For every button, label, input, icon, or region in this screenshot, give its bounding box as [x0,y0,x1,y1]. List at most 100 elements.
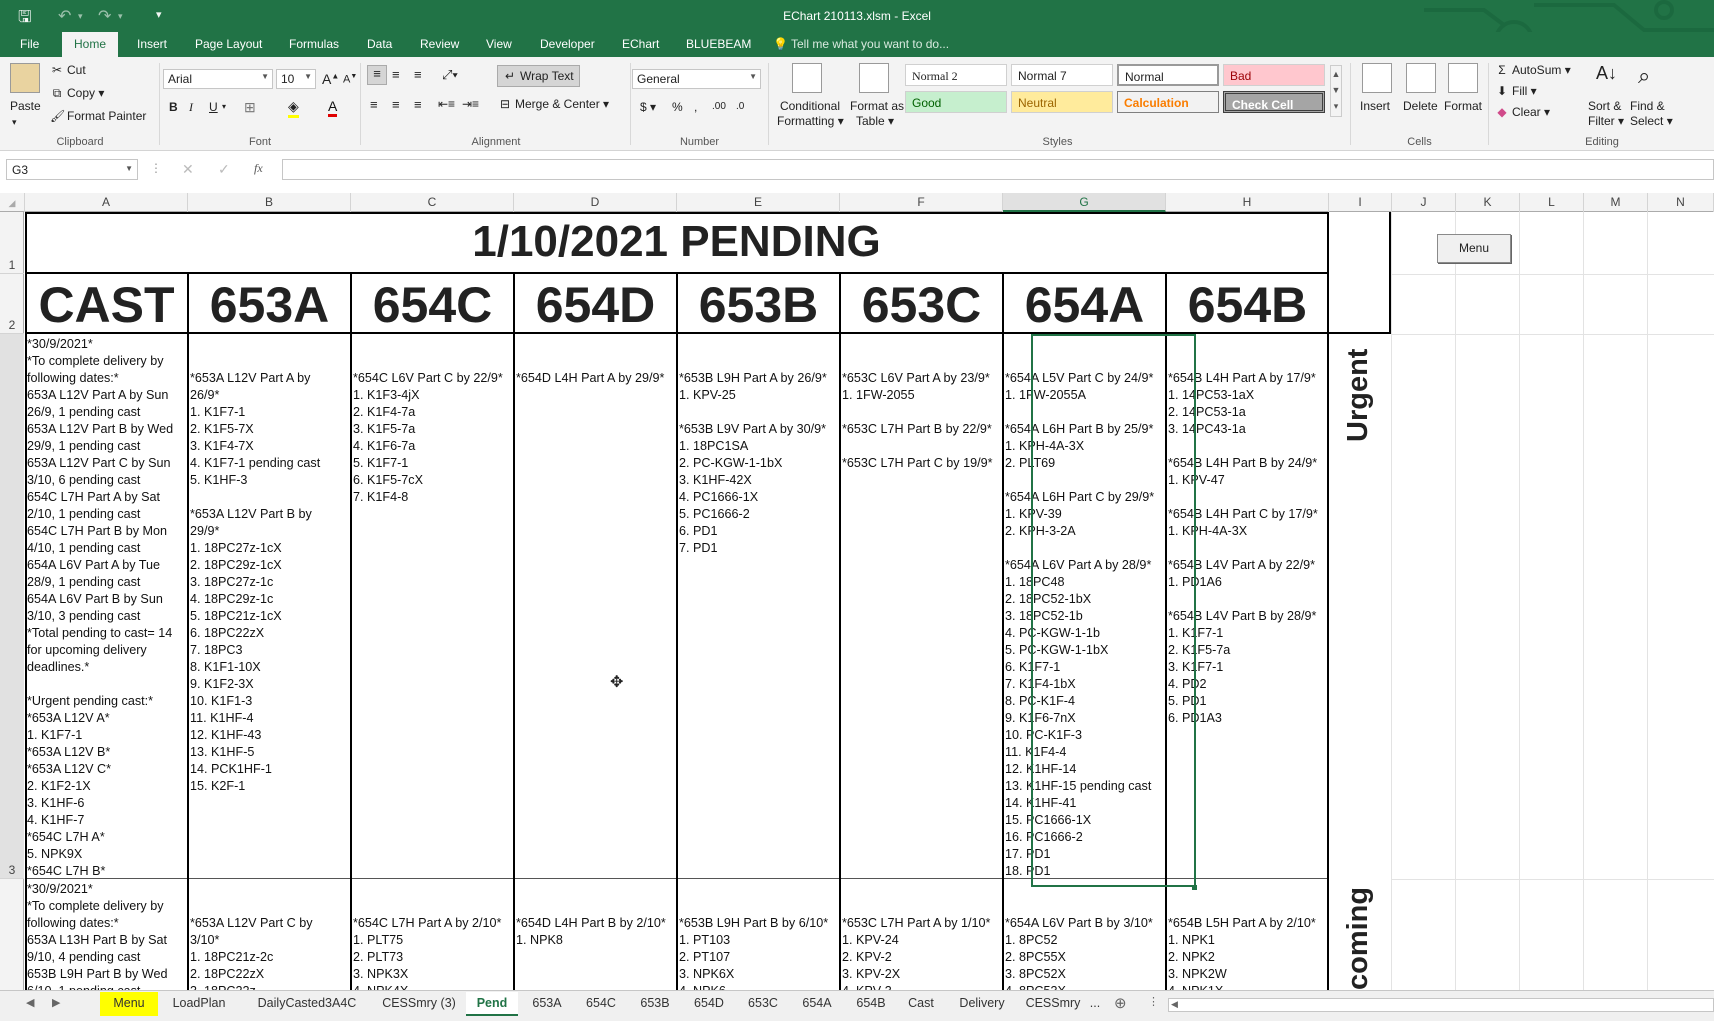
sheet-tab-654d[interactable]: 654D [684,992,734,1016]
column-header[interactable]: M [1584,193,1648,212]
tab-review[interactable]: Review [420,37,459,51]
column-header[interactable]: J [1392,193,1456,212]
align-center-icon[interactable]: ≡ [392,97,400,112]
increase-decimal-icon[interactable]: .00 [712,101,726,112]
upcoming-cell-654a[interactable]: *654A L6V Part B by 3/10* 1. 8PC52 2. 8P… [1003,879,1166,990]
sheet-tab-654c[interactable]: 654C [576,992,626,1016]
style-normal[interactable]: Normal [1117,64,1219,86]
find-select-button[interactable]: Find & Select ▾ [1630,99,1673,129]
decrease-decimal-icon[interactable]: .0 [736,101,744,112]
header-cast[interactable]: CAST [25,274,188,334]
format-as-table-icon[interactable] [859,63,889,93]
styles-scroll-icon[interactable]: ▲ ▼ ▾ [1330,65,1342,117]
tab-insert[interactable]: Insert [137,37,167,51]
sheet-tab-653b[interactable]: 653B [630,992,680,1016]
column-header[interactable]: H [1166,193,1329,212]
style-calculation[interactable]: Calculation [1117,91,1219,113]
pending-cell-654d[interactable]: *654D L4H Part A by 29/9* [514,334,677,879]
row-header[interactable]: 3 [0,334,24,879]
column-header[interactable]: K [1456,193,1520,212]
horizontal-scrollbar[interactable]: ◀ [1168,998,1714,1012]
format-as-table-button[interactable]: Format as Table ▾ [850,99,904,129]
orientation-icon[interactable]: ⤢▾ [442,67,458,83]
sheet-tab-653c[interactable]: 653C [738,992,788,1016]
style-neutral[interactable]: Neutral [1011,91,1113,113]
style-good[interactable]: Good [905,91,1007,113]
column-header[interactable]: C [351,193,514,212]
sheet-tab-delivery[interactable]: Delivery [946,992,1018,1016]
tab-home[interactable]: Home [62,32,119,57]
upcoming-cell-654b[interactable]: *654B L5H Part A by 2/10* 1. NPK1 2. NPK… [1166,879,1329,990]
upcoming-cell-654d[interactable]: *654D L4H Part B by 2/10* 1. NPK8 [514,879,677,990]
menu-button[interactable]: Menu [1437,234,1511,263]
sheet-title[interactable]: 1/10/2021 PENDING [25,212,1328,272]
column-header[interactable]: D [514,193,677,212]
enter-icon[interactable]: ✓ [218,161,230,178]
next-sheet-icon[interactable]: ▶ [52,996,60,1009]
borders-icon[interactable]: ⊞ [244,99,256,116]
format-cells-button[interactable]: Format [1444,99,1482,113]
tab-formulas[interactable]: Formulas [289,37,339,51]
magnifier-icon[interactable]: ⌕ [1638,63,1668,93]
sheet-tab-pend[interactable]: Pend [466,992,518,1016]
underline-button[interactable]: U [209,100,218,114]
copy-button[interactable]: ⧉ Copy ▾ [50,86,105,101]
font-color-icon[interactable]: A [328,98,338,117]
cast-summary-cell[interactable]: *30/9/2021* *To complete delivery by fol… [25,879,188,990]
middle-align-icon[interactable]: ≡ [392,67,400,82]
sort-filter-icon[interactable]: A↓ [1596,63,1626,93]
insert-cells-icon[interactable] [1362,63,1392,93]
font-name-combo[interactable]: Arial ▼ [163,69,273,89]
tab-file[interactable]: File [20,37,39,51]
conditional-formatting-icon[interactable] [792,63,822,93]
wrap-text-button[interactable]: ↵ Wrap Text [497,65,580,87]
tab-view[interactable]: View [486,37,512,51]
column-header[interactable]: I [1329,193,1392,212]
tab-splitter-icon[interactable]: ⋮ [1148,995,1159,1008]
delete-cells-button[interactable]: Delete [1403,99,1438,113]
sheet-tab-cast[interactable]: Cast [900,992,942,1016]
sheet-tab-cessmry-3[interactable]: CESSmry (3) [376,992,462,1016]
formula-input[interactable] [282,159,1714,180]
upcoming-cell-654c[interactable]: *654C L7H Part A by 2/10* 1. PLT75 2. PL… [351,879,514,990]
upcoming-cell-653b[interactable]: *653B L9H Part B by 6/10* 1. PT103 2. PT… [677,879,840,990]
paste-dropdown-icon[interactable]: ▾ [12,117,17,128]
merge-center-button[interactable]: ⊟ Merge & Center ▾ [498,97,609,111]
comma-icon[interactable]: , [694,100,697,114]
delete-cells-icon[interactable] [1406,63,1436,93]
add-sheet-icon[interactable]: ⊕ [1114,994,1127,1012]
style-bad[interactable]: Bad [1223,64,1325,86]
worksheet-grid[interactable]: 1/10/2021 PENDING CAST 653A 654C 654D 65… [25,212,1714,990]
percent-icon[interactable]: % [672,100,683,114]
pending-cell-653c[interactable]: *653C L6V Part A by 23/9* 1. 1FW-2055 *6… [840,334,1003,879]
upcoming-cell-653c[interactable]: *653C L7H Part A by 1/10* 1. KPV-24 2. K… [840,879,1003,990]
sheet-tab-dailycasted[interactable]: DailyCasted3A4C [243,992,371,1016]
top-align-icon[interactable]: ≡ [367,65,387,85]
column-header[interactable]: N [1648,193,1714,212]
tab-data[interactable]: Data [367,37,392,51]
pending-cell-654c[interactable]: *654C L6V Part C by 22/9* 1. K1F3-4jX 2.… [351,334,514,879]
column-header[interactable]: B [188,193,351,212]
format-cells-icon[interactable] [1448,63,1478,93]
header-654d[interactable]: 654D [514,274,677,334]
sheet-tab-loadplan[interactable]: LoadPlan [163,992,235,1016]
prev-sheet-icon[interactable]: ◀ [26,996,34,1009]
pending-cell-653a[interactable]: *653A L12V Part A by 26/9* 1. K1F7-1 2. … [188,334,351,879]
grow-font-icon[interactable]: A▲ [322,71,339,87]
select-all-corner[interactable]: ◢ [0,193,25,212]
number-format-combo[interactable]: General ▼ [632,69,761,89]
header-654b[interactable]: 654B [1166,274,1329,334]
style-check-cell[interactable]: Check Cell [1223,91,1325,113]
tab-echart[interactable]: EChart [622,37,659,51]
tab-bluebeam[interactable]: BLUEBEAM [686,37,751,51]
decrease-indent-icon[interactable]: ⇤≡ [438,97,455,111]
row-header[interactable]: 2 [0,274,24,334]
cut-button[interactable]: ✂ Cut [50,63,86,77]
sort-filter-button[interactable]: Sort & Filter ▾ [1588,99,1624,129]
sheet-tab-654b[interactable]: 654B [846,992,896,1016]
function-icon[interactable]: fx [254,161,263,176]
insert-cells-button[interactable]: Insert [1360,99,1390,113]
conditional-formatting-button[interactable]: Conditional Formatting ▾ [777,99,844,129]
column-header[interactable]: L [1520,193,1584,212]
tell-me-search[interactable]: Tell me what you want to do... [791,37,949,51]
